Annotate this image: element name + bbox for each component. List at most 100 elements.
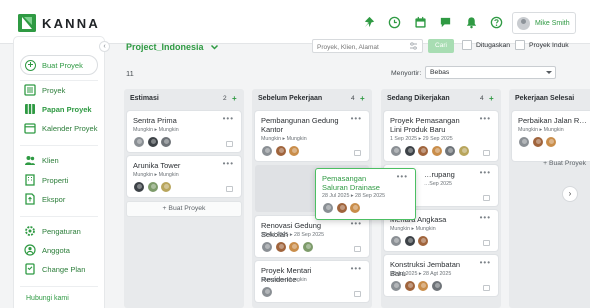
sidebar-item-kalender-proyek[interactable]: Kalender Proyek — [24, 121, 97, 135]
more-icon[interactable]: ••• — [397, 172, 408, 181]
board-column-pekerjaan-selesai: Pekerjaan Selesai Perbaikan Jalan R… Mun… — [509, 89, 590, 308]
help-icon[interactable] — [488, 13, 506, 31]
avatar — [545, 136, 557, 148]
project-card[interactable]: Proyek Pemasangan Lini Produk Baru ••• 1… — [384, 111, 498, 161]
card-dates: 1 Sep 2025 ▸ 29 Sep 2025 — [390, 136, 453, 142]
note-icon — [483, 240, 490, 246]
project-card[interactable]: Renovasi Gedung Sekolah ••• 28 Jul 2025 … — [255, 216, 369, 257]
assigned-checkbox[interactable]: Ditugaskan — [462, 40, 510, 50]
brand-name: KANNA — [42, 15, 100, 31]
create-project-button[interactable]: + Buat Proyek — [512, 157, 590, 171]
assignee-avatars — [261, 241, 315, 253]
kanna-logo-icon — [18, 14, 36, 32]
add-card-button[interactable]: + — [360, 94, 365, 103]
pin-icon[interactable] — [360, 13, 378, 31]
avatar — [301, 241, 314, 253]
new-project-button[interactable]: Buat Proyek — [20, 55, 98, 75]
sidebar-item-label: Pengaturan — [42, 226, 81, 236]
avatar — [160, 136, 172, 148]
sort-label: Menyortir: — [391, 70, 422, 77]
clock-icon[interactable] — [386, 13, 404, 31]
user-menu[interactable]: Mike Smith — [512, 12, 576, 34]
sort-select[interactable]: Bebas — [425, 66, 556, 79]
card-title: Perbaikan Jalan R… — [518, 116, 587, 125]
note-icon — [483, 150, 490, 156]
sidebar-item-proyek[interactable]: Proyek — [24, 83, 65, 97]
assignee-avatars — [133, 136, 174, 148]
plan-icon — [24, 263, 36, 275]
chevron-down-icon — [546, 71, 552, 74]
card-dates: Mungkin ▸ Mungkin — [261, 136, 307, 142]
avatar — [146, 181, 159, 193]
board-column-estimasi: Estimasi 2 + Sentra Prima ••• Mungkin ▸ … — [124, 89, 244, 308]
note-icon — [354, 246, 361, 252]
project-card[interactable]: Sentra Prima ••• Mungkin ▸ Mungkin — [127, 111, 241, 152]
avatar — [390, 235, 402, 247]
project-card[interactable]: Proyek Mentari Residence ••• Mungkin ▸ M… — [255, 261, 369, 302]
add-card-button[interactable]: + — [489, 94, 494, 103]
sidebar-collapse-button[interactable]: ‹ — [99, 41, 110, 52]
create-project-button[interactable]: + Buat Proyek — [127, 202, 241, 216]
search-button[interactable]: Cari — [428, 39, 454, 53]
checkbox[interactable] — [515, 40, 525, 50]
avatar — [133, 181, 145, 193]
avatar — [146, 136, 159, 148]
avatar — [517, 16, 530, 30]
avatar — [403, 235, 416, 247]
card-dates: 28 Jul 2025 ▸ 28 Sep 2025 — [322, 193, 386, 199]
project-selector[interactable]: Project_Indonesia — [126, 42, 219, 52]
note-icon — [483, 285, 490, 291]
parent-project-checkbox[interactable]: Proyek Induk — [515, 40, 569, 50]
filter-icon[interactable] — [409, 42, 418, 50]
more-icon[interactable]: ••• — [223, 159, 234, 168]
sidebar-item-papan-proyek[interactable]: Papan Proyek — [24, 102, 92, 116]
avatar — [444, 145, 456, 157]
calendar-icon[interactable] — [411, 13, 429, 31]
more-icon[interactable]: ••• — [480, 213, 491, 222]
project-card[interactable]: Arunika Tower ••• Mungkin ▸ Mungkin — [127, 156, 241, 197]
sidebar-item-ekspor[interactable]: Ekspor — [24, 192, 65, 206]
bell-icon[interactable] — [462, 13, 480, 31]
sidebar-item-pengaturan[interactable]: Pengaturan — [24, 224, 81, 238]
sidebar-item-label: Properti — [42, 175, 69, 185]
search-input[interactable] — [312, 39, 423, 53]
assignee-avatars — [261, 145, 302, 157]
project-card[interactable]: Perbaikan Jalan R… Mungkin ▸ Mungkin — [512, 111, 590, 161]
more-icon[interactable]: ••• — [351, 114, 362, 123]
checkbox[interactable] — [462, 40, 472, 50]
avatar — [390, 145, 402, 157]
sidebar-item-label: Change Plan — [42, 264, 86, 274]
plus-icon — [25, 59, 36, 71]
card-title: Sentra Prima — [133, 116, 177, 125]
scroll-right-button[interactable]: › — [563, 187, 577, 201]
contact-link[interactable]: Hubungi kami — [26, 295, 69, 302]
more-icon[interactable]: ••• — [480, 168, 491, 177]
add-card-button[interactable]: + — [232, 94, 237, 103]
card-dates: Mungkin ▸ Mungkin — [390, 226, 436, 232]
more-icon[interactable]: ••• — [351, 264, 362, 273]
more-icon[interactable]: ••• — [480, 258, 491, 267]
dragging-project-card[interactable]: Pemasangan Saluran Drainase ••• 28 Jul 2… — [315, 168, 416, 220]
more-icon[interactable]: ••• — [351, 219, 362, 228]
project-count: 11 — [126, 69, 134, 78]
avatar — [261, 286, 273, 298]
divider — [20, 286, 98, 287]
project-card[interactable]: Konstruksi Jembatan Baru ••• 28 Jul 2025… — [384, 255, 498, 296]
brand-logo[interactable]: KANNA — [18, 14, 100, 32]
project-card[interactable]: Pembangunan Gedung Kantor ••• Mungkin ▸ … — [255, 111, 369, 161]
sidebar-item-anggota[interactable]: Anggota — [24, 243, 70, 257]
avatar — [322, 202, 334, 214]
more-icon[interactable]: ••• — [223, 114, 234, 123]
column-title: Pekerjaan Selesai — [515, 95, 575, 102]
sidebar-item-klien[interactable]: Klien — [24, 153, 59, 167]
more-icon[interactable]: ••• — [480, 114, 491, 123]
avatar — [518, 136, 530, 148]
sidebar-item-label: Proyek — [42, 85, 66, 95]
board-icon — [24, 103, 36, 115]
note-icon — [354, 150, 361, 156]
sidebar-item-change-plan[interactable]: Change Plan — [24, 262, 85, 276]
divider — [20, 145, 98, 146]
avatar — [531, 136, 544, 148]
chat-icon[interactable] — [437, 13, 455, 31]
sidebar-item-properti[interactable]: Properti — [24, 173, 68, 187]
